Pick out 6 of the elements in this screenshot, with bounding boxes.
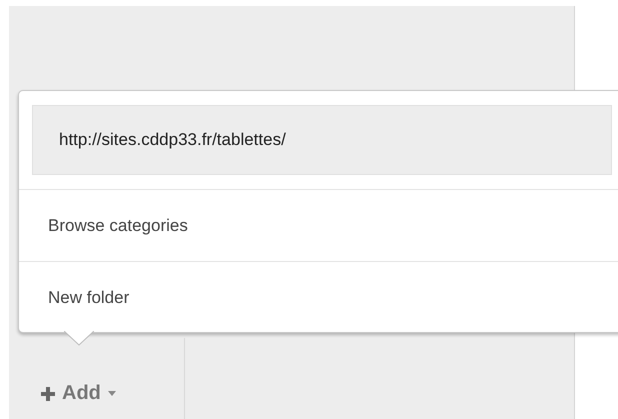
menu-item[interactable]: Browse categories (19, 190, 618, 262)
menu-item[interactable]: New folder (19, 262, 618, 333)
caret-icon (108, 391, 116, 396)
add-button[interactable]: Add (41, 382, 116, 405)
url-field[interactable]: http://sites.cddp33.fr/tablettes/ (32, 105, 612, 175)
plus-icon (41, 386, 55, 400)
